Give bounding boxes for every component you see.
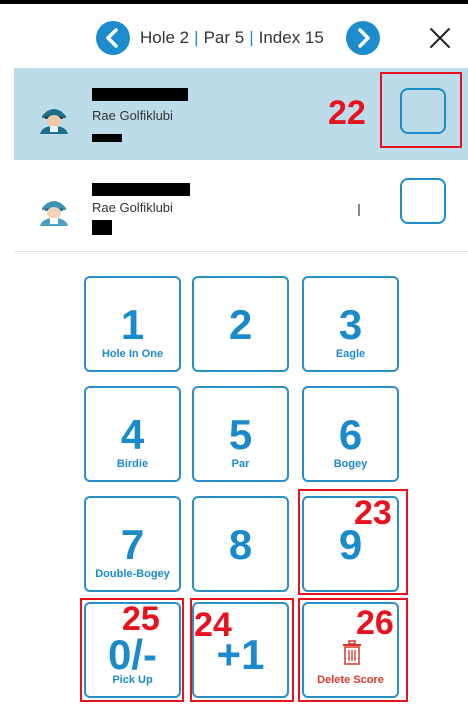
player-row-2[interactable]: Rae Golfiklubi [14, 160, 468, 252]
annotation-label-22: 22 [328, 94, 366, 132]
player-handicap-redacted [92, 220, 112, 235]
annotation-label-24: 24 [194, 606, 232, 644]
key-number: 6 [338, 411, 363, 458]
chevron-right-icon [358, 28, 370, 48]
hole-index: Index 15 [258, 28, 324, 47]
player-handicap-redacted [92, 134, 122, 142]
key-label: Birdie [116, 458, 149, 470]
hole-header: Hole 2 | Par 5 | Index 15 [0, 4, 468, 68]
key-number: 4 [120, 411, 145, 458]
key-label: Par [231, 458, 250, 470]
key-label: Double-Bogey [95, 568, 170, 580]
golfer-avatar-icon [40, 201, 68, 226]
hole-number: Hole 2 [140, 28, 190, 47]
key-8[interactable]: 8 [192, 496, 289, 592]
annotation-box-22 [380, 72, 462, 148]
player-name-redacted [92, 88, 188, 101]
key-1[interactable]: 1 Hole In One [84, 276, 181, 372]
previous-hole-button[interactable] [96, 21, 130, 55]
annotation-label-23: 23 [354, 494, 392, 532]
key-4[interactable]: 4 Birdie [84, 386, 181, 482]
annotation-label-26: 26 [356, 604, 394, 642]
key-number: 7 [120, 521, 145, 568]
key-number: 1 [120, 301, 145, 348]
player-club: Rae Golfiklubi [92, 200, 173, 215]
separator: | [194, 28, 199, 47]
player-name-redacted [92, 183, 190, 196]
key-label: Bogey [333, 458, 368, 470]
key-number: 3 [338, 301, 363, 348]
score-input-player-2[interactable] [400, 178, 446, 224]
key-number: 8 [228, 521, 253, 568]
hole-info: Hole 2 | Par 5 | Index 15 [140, 28, 324, 48]
annotation-label-25: 25 [122, 600, 160, 638]
key-6[interactable]: 6 Bogey [302, 386, 399, 482]
key-label: Eagle [335, 348, 366, 360]
divider [358, 204, 360, 216]
separator: | [249, 28, 254, 47]
key-2[interactable]: 2 [192, 276, 289, 372]
key-3[interactable]: 3 Eagle [302, 276, 399, 372]
close-button[interactable] [426, 24, 454, 52]
player-club: Rae Golfiklubi [92, 108, 173, 123]
hole-par: Par 5 [203, 28, 245, 47]
golfer-avatar-icon [40, 109, 68, 134]
key-5[interactable]: 5 Par [192, 386, 289, 482]
key-7[interactable]: 7 Double-Bogey [84, 496, 181, 592]
chevron-left-icon [106, 28, 118, 48]
close-icon [430, 28, 450, 48]
next-hole-button[interactable] [346, 21, 380, 55]
key-number: 2 [228, 301, 253, 348]
key-number: 5 [228, 411, 253, 458]
key-label: Hole In One [101, 348, 164, 360]
